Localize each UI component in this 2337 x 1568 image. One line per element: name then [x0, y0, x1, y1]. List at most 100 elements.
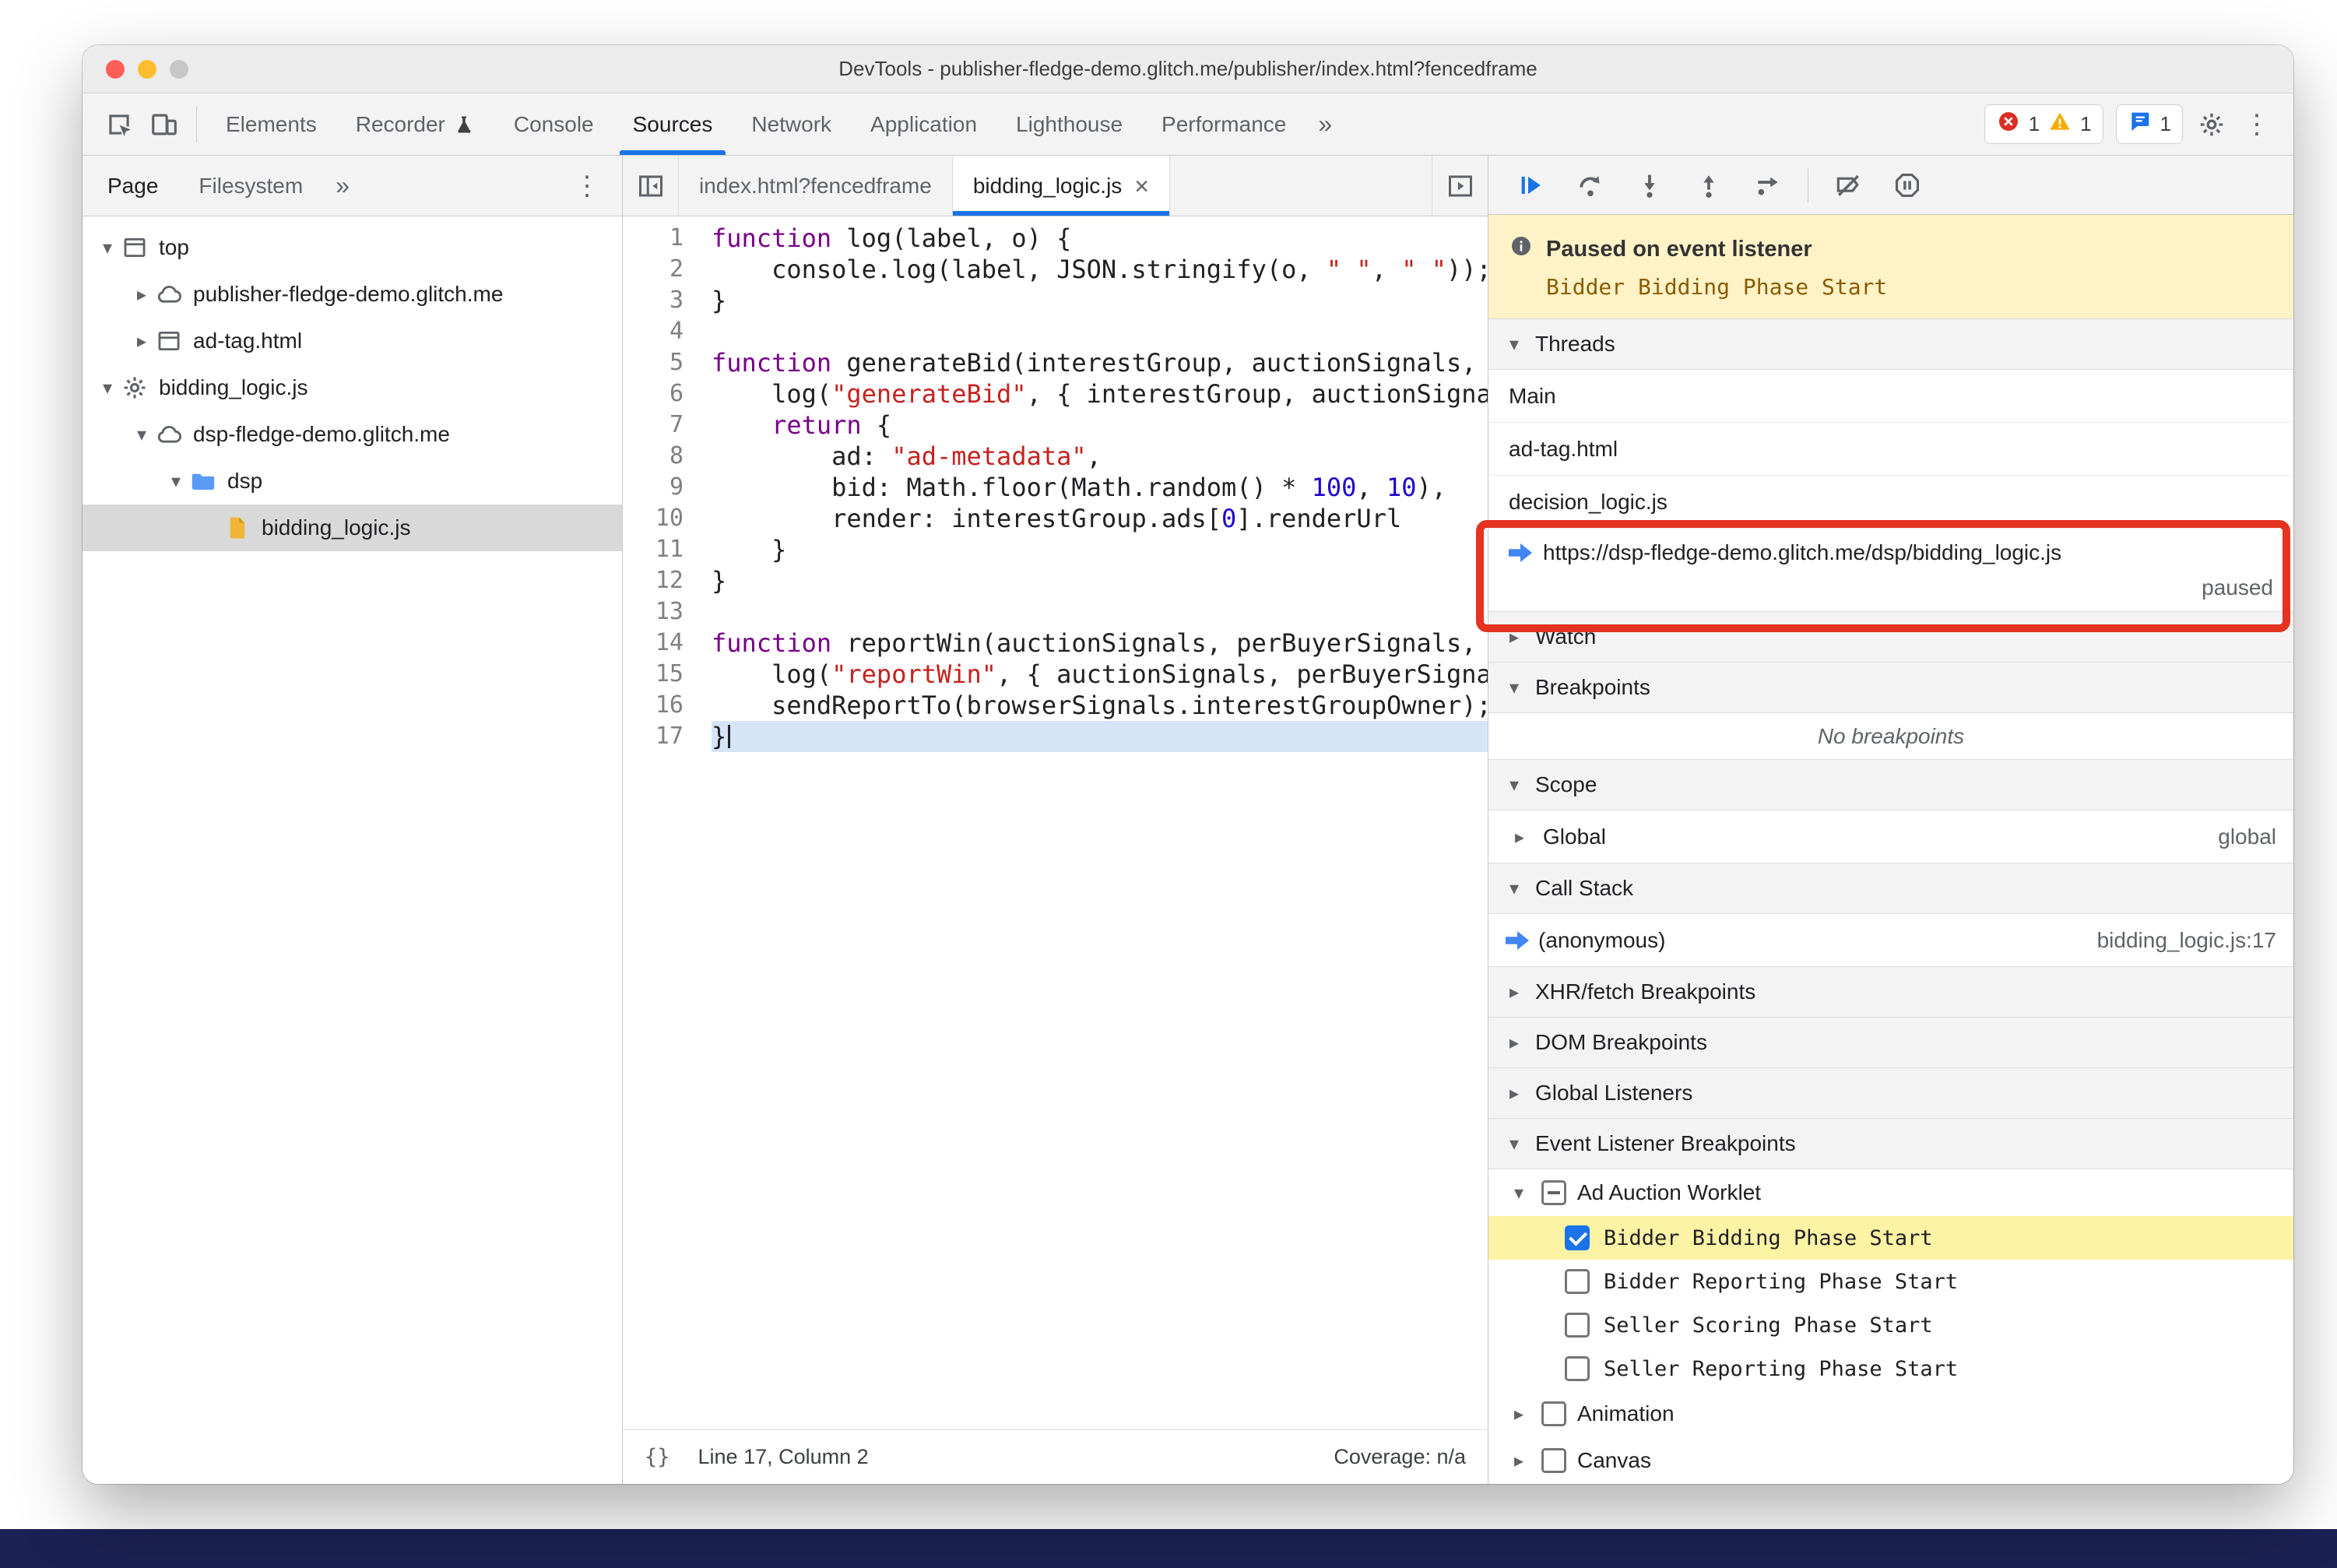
device-toolbar-icon[interactable] — [142, 93, 187, 155]
section-title: Scope — [1535, 772, 1597, 796]
page-background-bar — [0, 1529, 2337, 1568]
tree-item-label: bidding_logic.js — [262, 515, 411, 540]
pause-on-exceptions-icon[interactable] — [1883, 163, 1931, 207]
disclosure-collapsed-icon[interactable]: ▸ — [128, 283, 156, 306]
dom-breakpoints-section-header[interactable]: ▸ DOM Breakpoints — [1488, 1017, 2293, 1068]
step-into-icon[interactable] — [1625, 163, 1674, 207]
thread-item-main[interactable]: Main — [1488, 370, 2293, 423]
panel-tab-label: Application — [870, 111, 978, 136]
panel-tab-application[interactable]: Application — [851, 93, 996, 155]
callstack-frame[interactable]: (anonymous) bidding_logic.js:17 — [1488, 914, 2293, 967]
elb-item-label: Bidder Bidding Phase Start — [1604, 1225, 1933, 1250]
tab-filesystem[interactable]: Filesystem — [178, 156, 323, 216]
tab-page[interactable]: Page — [87, 156, 178, 216]
thread-item-ad-tag-html[interactable]: ad-tag.html — [1488, 423, 2293, 476]
issues-button[interactable]: 1 — [2115, 104, 2183, 144]
more-navigator-tabs-icon[interactable]: » — [323, 171, 362, 200]
folder-icon — [190, 468, 226, 494]
close-icon[interactable]: × — [1134, 174, 1149, 199]
tree-item-label: dsp-fledge-demo.glitch.me — [193, 422, 450, 446]
issues-count: 1 — [2160, 112, 2171, 135]
close-window-button[interactable] — [106, 59, 125, 79]
disclosure-collapsed-icon[interactable]: ▸ — [1507, 1450, 1530, 1472]
event-listener-breakpoints-section-header[interactable]: ▾ Event Listener Breakpoints — [1488, 1118, 2293, 1169]
breakpoints-section-header[interactable]: ▾ Breakpoints — [1488, 662, 2293, 713]
disclosure-expanded-icon[interactable]: ▾ — [162, 470, 190, 493]
cloud-icon — [156, 421, 192, 448]
tree-item-top[interactable]: ▾ top — [83, 224, 622, 271]
elb-item-bidder-bidding-phase-start[interactable]: Bidder Bidding Phase Start — [1488, 1216, 2293, 1260]
zoom-window-button[interactable] — [170, 59, 188, 79]
code-line: sendReportTo(browserSignals.interestGrou… — [712, 691, 1488, 720]
editor-tab-index-html-fencedframe[interactable]: index.html?fencedframe — [679, 156, 953, 216]
elb-group-animation[interactable]: ▸ Animation — [1488, 1390, 2293, 1437]
tree-item-bidding-logic-js[interactable]: bidding_logic.js — [83, 505, 622, 551]
code-editor[interactable]: 1 2 3 4 5 6 7 8 9 10 11 12 13 14 15 16 17 function log(l… — [623, 216, 1488, 1429]
panel-tab-recorder[interactable]: Recorder — [336, 93, 494, 155]
disclosure-expanded-icon[interactable]: ▾ — [128, 424, 156, 446]
deactivate-breakpoints-icon[interactable] — [1824, 163, 1872, 207]
threads-section-header[interactable]: ▾ Threads — [1488, 318, 2293, 370]
editor-tab-bidding-logic-js[interactable]: bidding_logic.js × — [952, 156, 1170, 216]
xhr-breakpoints-section-header[interactable]: ▸ XHR/fetch Breakpoints — [1488, 966, 2293, 1018]
checkbox-unchecked[interactable] — [1541, 1448, 1566, 1473]
navigator-menu-icon[interactable]: ⋮ — [557, 171, 617, 202]
thread-item-decision-logic-js[interactable]: decision_logic.js — [1488, 476, 2293, 529]
gear-icon — [121, 374, 157, 401]
call-stack-section-header[interactable]: ▾ Call Stack — [1488, 863, 2293, 914]
checkbox-unchecked[interactable] — [1565, 1356, 1590, 1381]
title-bar: DevTools - publisher-fledge-demo.glitch.… — [83, 45, 2293, 93]
disclosure-collapsed-icon[interactable]: ▸ — [1506, 826, 1534, 849]
elb-item-seller-reporting-phase-start[interactable]: Seller Reporting Phase Start — [1488, 1347, 2293, 1390]
devtools-menu-icon[interactable]: ⋮ — [2234, 93, 2279, 155]
pretty-print-icon[interactable]: {} — [645, 1445, 670, 1469]
window-title: DevTools - publisher-fledge-demo.glitch.… — [838, 57, 1538, 80]
hide-navigator-icon[interactable] — [623, 156, 679, 216]
tree-item-dsp[interactable]: ▾ dsp — [83, 458, 622, 505]
checkbox-checked[interactable] — [1565, 1225, 1590, 1250]
editor-overflow-icon[interactable] — [1432, 156, 1488, 216]
settings-gear-icon[interactable] — [2189, 93, 2234, 155]
global-listeners-section-header[interactable]: ▸ Global Listeners — [1488, 1067, 2293, 1119]
step-over-icon[interactable] — [1566, 163, 1615, 207]
disclosure-collapsed-icon[interactable]: ▸ — [1507, 1403, 1530, 1426]
scope-row-global[interactable]: ▸ Global global — [1488, 810, 2293, 863]
cloud-icon — [156, 281, 192, 308]
step-out-icon[interactable] — [1685, 163, 1733, 207]
tree-item-label: top — [159, 235, 189, 259]
more-panels-icon[interactable]: » — [1306, 93, 1344, 155]
step-icon[interactable] — [1744, 163, 1792, 207]
panel-tab-network[interactable]: Network — [732, 93, 851, 155]
elb-item-bidder-reporting-phase-start[interactable]: Bidder Reporting Phase Start — [1488, 1260, 2293, 1303]
elb-group-canvas[interactable]: ▸ Canvas — [1488, 1437, 2293, 1484]
disclosure-expanded-icon[interactable]: ▾ — [93, 237, 121, 259]
checkbox-indeterminate[interactable] — [1541, 1180, 1566, 1205]
panel-tab-lighthouse[interactable]: Lighthouse — [996, 93, 1142, 155]
elb-item-seller-scoring-phase-start[interactable]: Seller Scoring Phase Start — [1488, 1303, 2293, 1347]
checkbox-unchecked[interactable] — [1565, 1269, 1590, 1294]
tree-item-dsp-fledge-demo-glitch-me[interactable]: ▾ dsp-fledge-demo.glitch.me — [83, 411, 622, 458]
panel-tab-performance[interactable]: Performance — [1142, 93, 1306, 155]
paused-detail: Bidder Bidding Phase Start — [1546, 274, 1888, 300]
checkbox-unchecked[interactable] — [1565, 1313, 1590, 1338]
tree-item-publisher-fledge-demo-glitch-me[interactable]: ▸ publisher-fledge-demo.glitch.me — [83, 271, 622, 318]
disclosure-expanded-icon[interactable]: ▾ — [93, 377, 121, 399]
info-icon — [1509, 234, 1534, 265]
disclosure-collapsed-icon[interactable]: ▸ — [128, 330, 156, 353]
minimize-window-button[interactable] — [138, 59, 156, 79]
panel-tab-console[interactable]: Console — [494, 93, 613, 155]
thread-item-https-dsp-fledge-demo-glitch-me-dsp-bidding-logic-js[interactable]: https://dsp-fledge-demo.glitch.me/dsp/bi… — [1488, 529, 2293, 612]
panel-tab-elements[interactable]: Elements — [206, 93, 336, 155]
watch-section-header[interactable]: ▸ Watch — [1488, 611, 2293, 663]
checkbox-unchecked[interactable] — [1541, 1401, 1566, 1426]
disclosure-expanded-icon[interactable]: ▾ — [1507, 1182, 1530, 1204]
disclosure-expanded-icon: ▾ — [1509, 774, 1520, 796]
inspect-element-icon[interactable] — [97, 93, 142, 155]
resume-script-icon[interactable] — [1507, 163, 1555, 207]
console-counts-button[interactable]: 1 1 — [1984, 104, 2103, 144]
elb-group-ad-auction-worklet[interactable]: ▾ Ad Auction Worklet — [1488, 1169, 2293, 1216]
scope-section-header[interactable]: ▾ Scope — [1488, 759, 2293, 810]
tree-item-bidding-logic-js[interactable]: ▾ bidding_logic.js — [83, 364, 622, 411]
panel-tab-sources[interactable]: Sources — [613, 93, 733, 155]
tree-item-ad-tag-html[interactable]: ▸ ad-tag.html — [83, 318, 622, 364]
